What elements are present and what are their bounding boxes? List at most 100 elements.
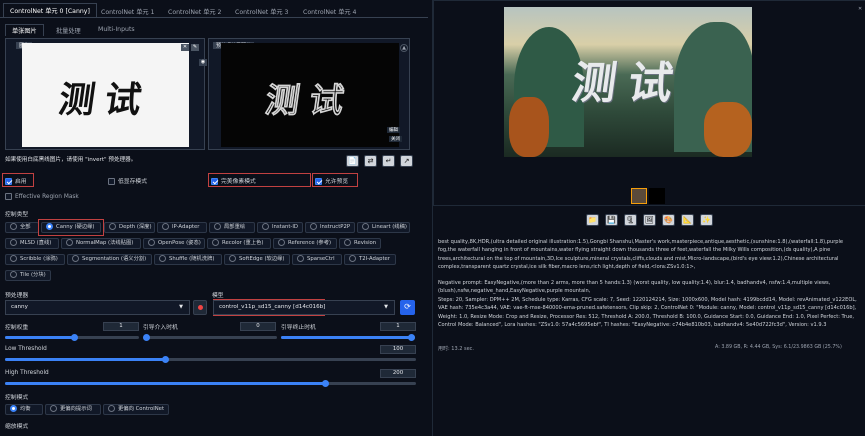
control-type-shuffle[interactable]: Shuffle (随机洗牌) [154,254,222,265]
radio-icon [148,239,155,246]
high-threshold-slider[interactable] [5,379,416,387]
close-icon[interactable]: ✕ [858,6,865,13]
radio-icon [109,223,116,230]
thumbnail-selected[interactable] [631,188,647,204]
slider-fill [5,382,326,385]
control-weight-slider[interactable] [5,333,139,341]
input-image: 测试 [22,43,189,147]
collapse-icon[interactable]: ▲ [400,44,408,52]
control-type-softedge[interactable]: SoftEdge (软边缘) [224,254,290,265]
allow-preview-label: 允许预览 [325,179,349,185]
swap-icon[interactable]: ⇄ [364,155,377,167]
enable-checkbox[interactable]: 启用 [5,176,27,185]
radio-icon [297,255,304,262]
control-type-normalmap[interactable]: NormalMap (法线贴图) [61,238,141,249]
control-type-recolor[interactable]: Recolor (重上色) [207,238,271,249]
control-mode-controlnet[interactable]: 更偏向 ControlNet [103,404,169,415]
start-step-input[interactable]: 0 [240,322,276,331]
arrow-up-icon[interactable]: ↗ [400,155,413,167]
start-step-slider[interactable] [143,333,277,341]
preprocessor-select[interactable]: canny ▼ [5,300,190,315]
sparkle-icon[interactable]: ✨ [700,214,713,226]
resize-mode-label: 缩放模式 [5,424,29,430]
low-threshold-slider[interactable] [5,355,416,363]
preview-close-button[interactable]: 关闭 [389,136,402,142]
control-mode-label: 控制模式 [5,395,29,401]
save-icon[interactable]: 💾 [605,214,618,226]
radio-icon [162,223,169,230]
control-type-canny[interactable]: Canny (硬边缘) [41,222,101,233]
slider-knob[interactable] [322,379,330,387]
pill-label: NormalMap (法线贴图) [76,240,134,246]
control-mode-balanced[interactable]: 均衡 [5,404,43,415]
control-type-mlsd[interactable]: MLSD (直线) [5,238,59,249]
pill-label: OpenPose (姿态) [158,240,201,246]
pixel-perfect-label: 完美像素模式 [221,179,256,185]
end-step-slider[interactable] [281,333,415,341]
start-step-label: 引导介入时机 [143,325,178,331]
subtab-multi[interactable]: Multi-Inputs [92,24,141,35]
pixel-perfect-checkbox[interactable]: 完美像素模式 [211,176,256,185]
low-threshold-input[interactable]: 100 [380,345,416,354]
effective-region-checkbox[interactable]: Effective Region Mask [5,193,79,200]
model-value: control_v11p_sd15_canny [d14c016b] [219,304,326,310]
control-type-segmentation[interactable]: Segmentation (语义分割) [67,254,152,265]
enable-label: 启用 [15,179,27,185]
low-threshold-label: Low Threshold [5,346,47,352]
control-type-inpaint[interactable]: 局部重绘 [209,222,255,233]
slider-knob[interactable] [161,355,169,363]
refresh-icon[interactable]: ⟳ [400,300,415,315]
pill-label: SparseCtrl [307,256,335,262]
lowvram-checkbox[interactable]: 低显存模式 [108,176,147,185]
control-type-reference[interactable]: Reference (参考) [273,238,337,249]
control-type-sparsectrl[interactable]: SparseCtrl [292,254,342,265]
end-step-input[interactable]: 1 [380,322,416,331]
preview-edit-button[interactable]: 编辑 [387,127,400,133]
pencil-icon[interactable]: ✎ [191,44,199,51]
control-type-revision[interactable]: Revision [339,238,381,249]
ruler-icon[interactable]: 📐 [681,214,694,226]
model-select[interactable]: control_v11p_sd15_canny [d14c016b] ▼ [213,300,395,315]
control-type-instructp2p[interactable]: InstructP2P [305,222,355,233]
tab-label: ControlNet 单元 0 [Canny] [10,8,90,15]
control-weight-input[interactable]: 1 [103,322,139,331]
thumbnail-preview[interactable] [649,188,665,204]
slider-knob[interactable] [143,333,150,341]
pill-label: Recolor (重上色) [222,240,264,246]
upload-icon[interactable]: 📄 [346,155,359,167]
image-icon[interactable]: 🖼 [643,214,656,226]
control-type-tile[interactable]: Tile (分块) [5,270,51,281]
control-type-instantid[interactable]: Instant-ID [257,222,303,233]
control-type-ipadapter[interactable]: IP-Adapter [157,222,207,233]
subtab-batch[interactable]: 批量处理 [50,24,87,37]
slider-knob[interactable] [408,333,415,341]
generated-image[interactable]: 测试 [504,7,752,157]
radio-icon [349,255,356,262]
arrow-return-icon[interactable]: ↵ [382,155,395,167]
close-icon[interactable]: ✕ [181,44,189,51]
control-mode-prompt[interactable]: 更偏向提示词 [45,404,101,415]
radio-icon [46,223,53,230]
allow-preview-checkbox[interactable]: 允许预览 [315,176,348,185]
sculpted-text: 测试 [568,58,688,109]
high-threshold-input[interactable]: 200 [380,369,416,378]
control-type-t2iadapter[interactable]: T2I-Adapter [344,254,396,265]
control-type-all[interactable]: 全部 [5,222,39,233]
camera-icon[interactable]: ◉ [199,59,207,66]
input-image-box[interactable]: 图像 测试 ✕ ✎ ◉ [5,38,207,150]
control-type-openpose[interactable]: OpenPose (姿态) [143,238,205,249]
autumn-tree [704,102,752,157]
control-type-depth[interactable]: Depth (深度) [104,222,155,233]
subtab-single[interactable]: 单张图片 [5,24,44,36]
fire-button[interactable] [193,300,207,315]
tab-unit-0[interactable]: ControlNet 单元 0 [Canny] [3,3,97,17]
slider-knob[interactable] [71,333,78,341]
control-type-scribble[interactable]: Scribble (涂鸦) [5,254,65,265]
palette-icon[interactable]: 🎨 [662,214,675,226]
control-type-lineart[interactable]: Lineart (线稿) [357,222,410,233]
zip-icon[interactable]: 🗜 [624,214,637,226]
checkbox-icon [315,178,322,185]
radio-icon [66,239,73,246]
checkbox-icon [5,193,12,200]
folder-icon[interactable]: 📁 [586,214,599,226]
